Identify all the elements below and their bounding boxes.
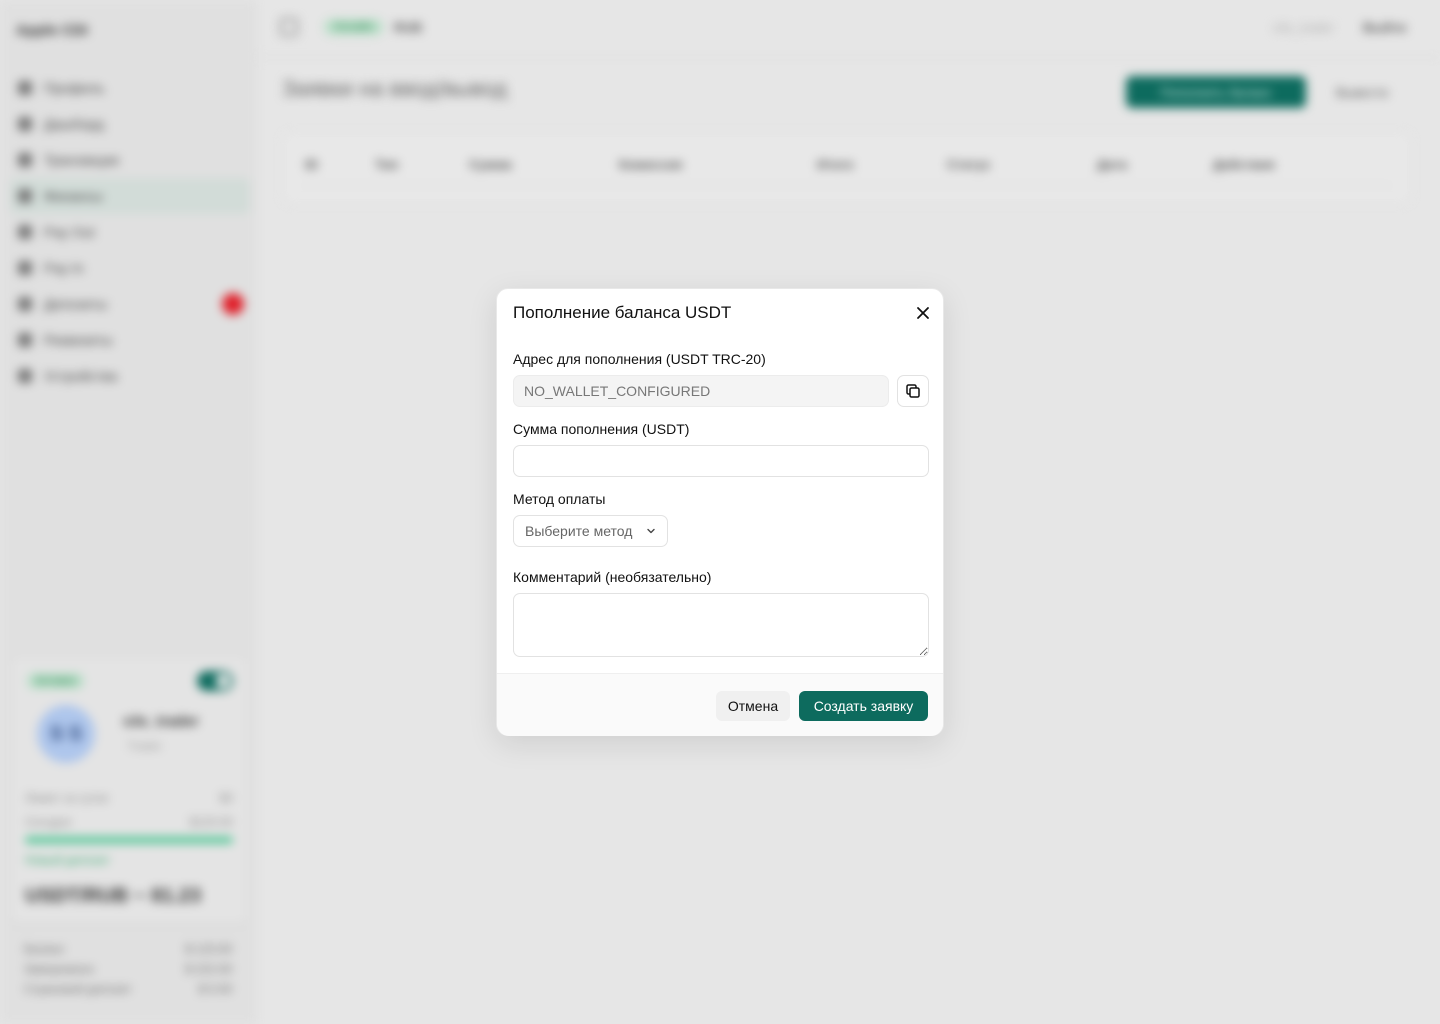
notification-badge	[222, 293, 244, 315]
copy-address-button[interactable]	[897, 375, 929, 407]
online-status-badge: Онлайн	[324, 19, 384, 35]
withdraw-button[interactable]: Вывести	[1314, 76, 1410, 108]
sidebar-item-requisites[interactable]: Реквизиты	[10, 322, 250, 358]
avatar: S S	[37, 705, 95, 763]
stat-label: Замороженo	[24, 962, 95, 976]
stat-value: $ 123.00	[185, 942, 232, 956]
stat-label: Страховой депозит	[24, 982, 132, 996]
sidebar-item-label: Реквизиты	[44, 332, 113, 348]
amount-label: Сумма пополнения (USDT)	[513, 421, 690, 437]
limit-value: $0	[219, 791, 233, 805]
status-badge: Активен	[27, 673, 85, 689]
profile-role: Trader	[127, 739, 162, 753]
sidebar-item-finance[interactable]: Финансы	[10, 178, 250, 214]
column-header: Итого	[817, 157, 854, 172]
dialog-footer: Отмена Создать заявку	[497, 673, 943, 736]
topbar: Онлайн RUB s3s_trader Выйти	[256, 0, 1440, 58]
requests-table: ID Тип Сумма Комиссия Итого Статус Дата …	[282, 132, 1412, 204]
limit-label: Лимит за сутки	[25, 791, 109, 805]
stat-value: $ 0.00	[198, 982, 232, 996]
today-row: Сегодня $120.00	[25, 815, 233, 829]
close-button[interactable]	[911, 301, 935, 325]
stat-row: Замороженo $ 222.00	[24, 962, 232, 982]
sidebar-item-label: Депозиты	[44, 296, 108, 312]
dialog-title: Пополнение баланса USDT	[513, 303, 732, 322]
limit-row: Лимит за сутки $0	[25, 791, 233, 805]
limit-progress	[25, 837, 233, 843]
deposit-icon	[18, 297, 32, 311]
amount-input[interactable]	[513, 445, 929, 477]
arrow-in-icon	[18, 261, 32, 275]
profile-card: Активен S S s3s_trader Trader Лимит за с…	[10, 656, 248, 924]
device-icon	[18, 369, 32, 383]
sidebar-item-label: Транзакции	[44, 152, 120, 168]
sidebar-item-label: Дашборд	[44, 116, 104, 132]
column-header: Тип	[375, 157, 399, 172]
username: s3s_trader	[1272, 20, 1334, 35]
deposit-dialog: Пополнение баланса USDT Адрес для пополн…	[496, 288, 944, 736]
list-icon	[18, 153, 32, 167]
sidebar: Apple CDI Профиль Дашборд Транзакции Фин…	[0, 0, 256, 1024]
sidebar-item-dashboard[interactable]: Дашборд	[10, 106, 250, 142]
sidebar-item-label: Pay In	[44, 260, 84, 276]
sidebar-item-payout[interactable]: Pay Out	[10, 214, 250, 250]
currency-label: RUB	[394, 20, 423, 35]
exchange-rate: USDT/RUB ~ 81.23	[25, 885, 202, 907]
brand-logo: Apple CDI	[16, 22, 88, 39]
column-header: Статус	[947, 157, 991, 172]
logout-button[interactable]: Выйти	[1363, 20, 1406, 35]
address-label: Адрес для пополнения (USDT TRC-20)	[513, 351, 766, 367]
stat-row: Страховой депозит $ 0.00	[24, 982, 232, 1002]
copy-icon	[906, 384, 920, 398]
sidebar-item-label: Профиль	[44, 80, 105, 96]
create-request-button[interactable]: Создать заявку	[799, 691, 928, 721]
sidebar-toggle-icon[interactable]	[280, 18, 298, 36]
user-icon	[18, 81, 32, 95]
new-deposit-link[interactable]: Новый депозит	[25, 853, 110, 867]
close-icon	[917, 307, 929, 319]
sidebar-item-payin[interactable]: Pay In	[10, 250, 250, 286]
sidebar-item-devices[interactable]: Устройства	[10, 358, 250, 394]
stat-label: Баланс	[24, 942, 65, 956]
today-value: $120.00	[189, 815, 233, 829]
comment-textarea[interactable]	[513, 593, 929, 657]
chart-icon	[18, 117, 32, 131]
chevron-down-icon	[647, 528, 655, 534]
column-header: Дата	[1097, 157, 1128, 172]
stat-row: Баланс $ 123.00	[24, 942, 232, 962]
cancel-button[interactable]: Отмена	[716, 691, 790, 721]
divider	[10, 926, 250, 927]
balance-stats: Баланс $ 123.00 Замороженo $ 222.00 Страхо…	[24, 942, 232, 1002]
sidebar-item-label: Устройства	[44, 368, 118, 384]
method-label: Метод оплаты	[513, 491, 606, 507]
arrow-out-icon	[18, 225, 32, 239]
deposit-button[interactable]: Пополнить баланс	[1126, 76, 1306, 108]
divider	[303, 185, 1391, 186]
sidebar-item-deposits[interactable]: Депозиты	[10, 286, 250, 322]
column-header: Действия	[1213, 157, 1275, 172]
sidebar-item-label: Финансы	[44, 188, 103, 204]
sidebar-item-label: Pay Out	[44, 224, 95, 240]
column-header: Комиссия	[619, 157, 683, 172]
payment-method-select[interactable]: Выберите метод	[513, 515, 668, 547]
sidebar-nav: Профиль Дашборд Транзакции Финансы Pay O…	[10, 70, 250, 394]
stat-value: $ 222.00	[185, 962, 232, 976]
select-placeholder: Выберите метод	[525, 523, 633, 539]
page-title: Заявки на ввод/вывод	[282, 76, 508, 101]
sidebar-item-profile[interactable]: Профиль	[10, 70, 250, 106]
card-icon	[18, 333, 32, 347]
today-label: Сегодня	[25, 815, 71, 829]
sidebar-item-transactions[interactable]: Транзакции	[10, 142, 250, 178]
address-field: NO_WALLET_CONFIGURED	[513, 375, 889, 407]
profile-name: s3s_trader	[123, 713, 199, 730]
wallet-icon	[18, 189, 32, 203]
column-header: ID	[305, 157, 318, 172]
column-header: Сумма	[469, 157, 512, 172]
online-toggle[interactable]	[197, 671, 233, 691]
comment-label: Комментарий (необязательно)	[513, 569, 712, 585]
progress-fill	[25, 837, 233, 843]
